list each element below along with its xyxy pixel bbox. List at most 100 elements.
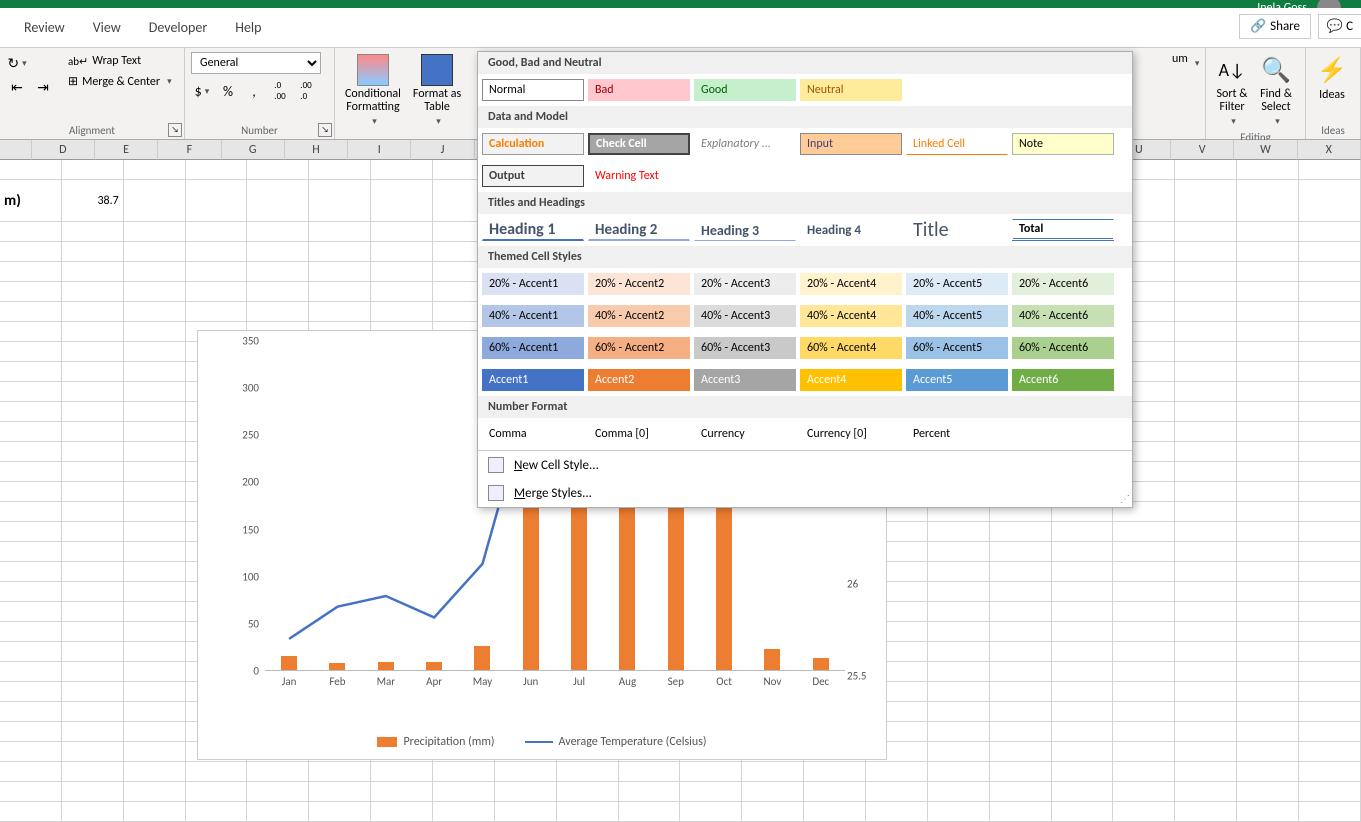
cell[interactable] (1175, 262, 1237, 282)
cell[interactable] (1237, 762, 1299, 782)
cell[interactable] (1052, 722, 1114, 742)
cell[interactable] (1113, 562, 1175, 582)
cell[interactable] (124, 622, 186, 642)
cell[interactable] (371, 262, 433, 282)
cell[interactable] (433, 762, 495, 782)
cell[interactable] (371, 160, 433, 180)
cell[interactable] (371, 762, 433, 782)
cell[interactable] (928, 802, 990, 822)
style-heading-1[interactable]: Heading 1 (482, 219, 584, 241)
number-format-select[interactable]: General (191, 52, 321, 74)
cell[interactable] (990, 762, 1052, 782)
cell[interactable] (1237, 622, 1299, 642)
col-header-D[interactable]: D (32, 140, 95, 160)
col-header-E[interactable]: E (95, 140, 158, 160)
cell[interactable] (1299, 522, 1361, 542)
style-60-accent4[interactable]: 60% - Accent4 (800, 337, 902, 359)
style-20-accent3[interactable]: 20% - Accent3 (694, 273, 796, 295)
cell[interactable] (124, 582, 186, 602)
cell[interactable] (124, 562, 186, 582)
style-accent5[interactable]: Accent5 (906, 369, 1008, 391)
cell[interactable] (928, 742, 990, 762)
cell[interactable] (495, 802, 557, 822)
resize-grip[interactable]: ⋰ (1120, 492, 1130, 505)
cell[interactable] (124, 702, 186, 722)
style-good[interactable]: Good (694, 79, 796, 101)
cell[interactable] (1299, 302, 1361, 322)
cell[interactable] (1052, 542, 1114, 562)
bar-Mar[interactable]: Mar (362, 341, 410, 670)
cell[interactable] (990, 562, 1052, 582)
cell[interactable] (62, 682, 124, 702)
cell[interactable] (124, 282, 186, 302)
cell[interactable] (124, 242, 186, 262)
ideas-button[interactable]: ⚡ Ideas (1312, 52, 1352, 104)
cell[interactable] (928, 642, 990, 662)
cell[interactable] (1299, 702, 1361, 722)
cell[interactable] (1052, 782, 1114, 802)
cell[interactable] (990, 602, 1052, 622)
cell[interactable] (990, 662, 1052, 682)
cell[interactable] (1052, 682, 1114, 702)
cell[interactable] (1237, 562, 1299, 582)
cell[interactable] (1113, 702, 1175, 722)
cell[interactable] (928, 782, 990, 802)
cell[interactable] (557, 762, 619, 782)
cell[interactable] (371, 282, 433, 302)
cell[interactable] (1113, 682, 1175, 702)
cell[interactable] (124, 442, 186, 462)
cell[interactable] (1299, 542, 1361, 562)
cell[interactable] (1113, 642, 1175, 662)
legend-temperature[interactable]: Average Temperature (Celsius) (525, 735, 707, 749)
cell[interactable] (124, 362, 186, 382)
tab-help[interactable]: Help (221, 8, 275, 48)
style-60-accent1[interactable]: 60% - Accent1 (482, 337, 584, 359)
cell[interactable] (371, 782, 433, 802)
style-60-accent5[interactable]: 60% - Accent5 (906, 337, 1008, 359)
cell[interactable] (680, 782, 742, 802)
legend-precipitation[interactable]: Precipitation (mm) (377, 735, 494, 749)
cell[interactable] (1299, 642, 1361, 662)
cell[interactable] (1175, 180, 1237, 222)
cell[interactable] (62, 622, 124, 642)
cell[interactable] (990, 582, 1052, 602)
cell[interactable] (62, 462, 124, 482)
style-60-accent2[interactable]: 60% - Accent2 (588, 337, 690, 359)
cell[interactable] (1237, 782, 1299, 802)
cell[interactable] (1052, 802, 1114, 822)
cell[interactable] (186, 282, 248, 302)
cell[interactable] (1113, 622, 1175, 642)
cell[interactable] (62, 322, 124, 342)
cell[interactable] (62, 402, 124, 422)
cell[interactable] (62, 362, 124, 382)
cell[interactable] (62, 522, 124, 542)
merge-styles-button[interactable]: Merge Styles... (478, 479, 1132, 507)
cell[interactable] (1175, 502, 1237, 522)
cell[interactable] (124, 682, 186, 702)
cell[interactable] (309, 782, 371, 802)
cell[interactable] (124, 602, 186, 622)
style-note[interactable]: Note (1012, 133, 1114, 155)
style-20-accent5[interactable]: 20% - Accent5 (906, 273, 1008, 295)
cell[interactable] (186, 762, 248, 782)
cell[interactable] (1299, 242, 1361, 262)
style-check-cell[interactable]: Check Cell (588, 133, 690, 155)
comma-format-button[interactable]: , (243, 80, 265, 102)
cell[interactable] (371, 222, 433, 242)
style-40-accent1[interactable]: 40% - Accent1 (482, 305, 584, 327)
tab-view[interactable]: View (79, 8, 135, 48)
cell[interactable] (1237, 642, 1299, 662)
style-input[interactable]: Input (800, 133, 902, 155)
cell[interactable] (124, 382, 186, 402)
tab-developer[interactable]: Developer (135, 8, 221, 48)
cell[interactable] (1175, 322, 1237, 342)
cell[interactable] (1237, 502, 1299, 522)
conditional-formatting-button[interactable]: Conditional Formatting (341, 52, 405, 129)
cell[interactable] (1299, 282, 1361, 302)
cell[interactable] (124, 642, 186, 662)
cell[interactable] (1113, 522, 1175, 542)
cell[interactable] (990, 642, 1052, 662)
cell[interactable] (619, 762, 681, 782)
cell[interactable] (62, 582, 124, 602)
cell[interactable] (1052, 762, 1114, 782)
